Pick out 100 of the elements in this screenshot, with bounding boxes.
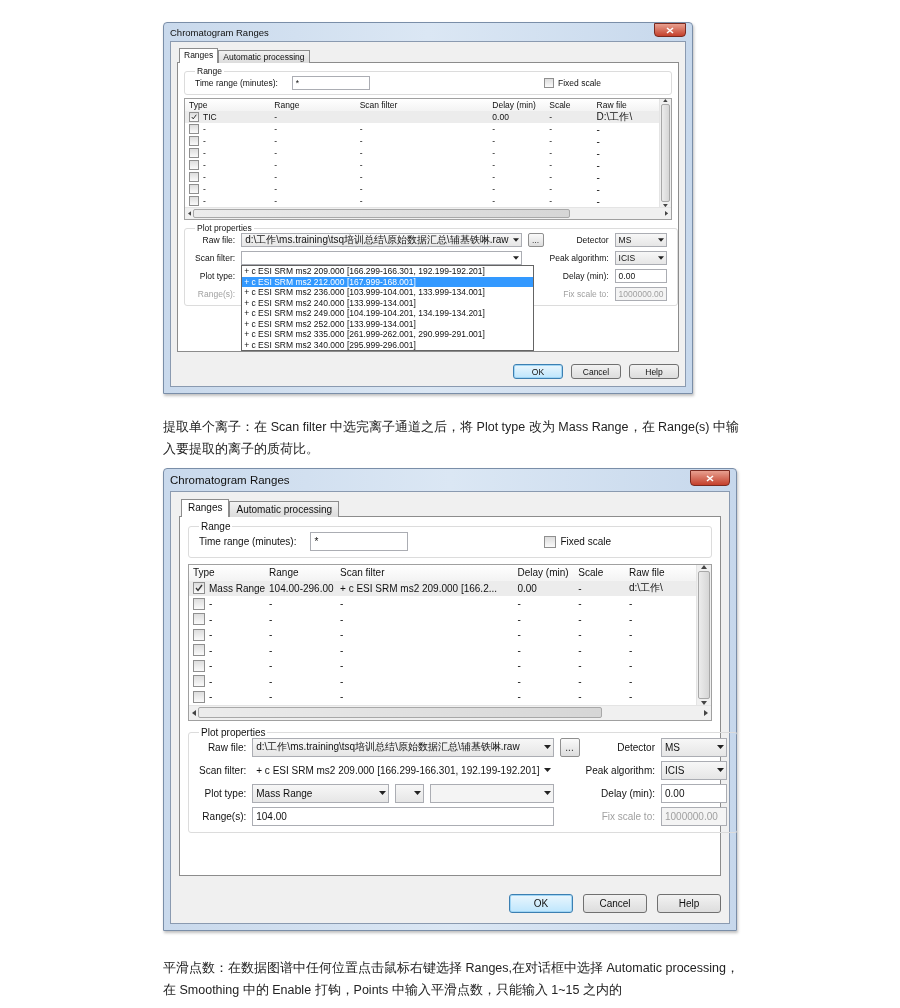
- checkbox[interactable]: [189, 184, 199, 194]
- time-range-field[interactable]: *: [310, 532, 409, 551]
- field-label: Delay (min):: [600, 787, 655, 799]
- checkbox[interactable]: [193, 644, 205, 657]
- row-type-text: -: [203, 148, 206, 158]
- row-type-text: -: [209, 613, 213, 625]
- checkbox[interactable]: [193, 582, 205, 595]
- checkbox[interactable]: [193, 675, 205, 688]
- plot-type-dropdown[interactable]: Mass Range: [252, 783, 390, 803]
- field-label: Time range (minutes):: [199, 536, 297, 547]
- table-cell: D:\工作\: [592, 111, 659, 123]
- caret-icon: [512, 238, 519, 242]
- field-label: Raw file:: [206, 741, 247, 753]
- column-header[interactable]: Raw file: [624, 565, 696, 581]
- scroll-left-arrow-icon[interactable]: [188, 211, 192, 216]
- column-header[interactable]: Type: [189, 565, 266, 581]
- column-header[interactable]: Scale: [545, 99, 593, 111]
- dialog-button[interactable]: Cancel: [571, 364, 621, 379]
- close-button[interactable]: [654, 23, 686, 37]
- caret-icon: [657, 256, 664, 260]
- column-header[interactable]: Type: [185, 99, 271, 111]
- dialog-button[interactable]: Help: [657, 893, 721, 913]
- field-label: Range(s):: [196, 289, 236, 299]
- checkbox[interactable]: [193, 659, 205, 672]
- column-header[interactable]: Range: [270, 99, 356, 111]
- field-label: Raw file:: [201, 235, 236, 245]
- vertical-scrollbar[interactable]: [659, 99, 671, 207]
- checkbox[interactable]: [189, 112, 199, 122]
- caret-icon: [543, 791, 551, 795]
- horizontal-scrollbar[interactable]: [185, 207, 671, 219]
- caret-icon: [717, 745, 724, 749]
- detector-dropdown[interactable]: MS: [661, 737, 727, 757]
- row-type-text: -: [209, 660, 213, 672]
- row-type-text: -: [209, 675, 213, 687]
- dialog-button[interactable]: OK: [509, 893, 573, 913]
- peak-algorithm-dropdown[interactable]: ICIS: [614, 251, 667, 265]
- vertical-scrollbar[interactable]: [696, 565, 711, 705]
- close-button[interactable]: [690, 470, 730, 486]
- time-range-field[interactable]: *: [291, 76, 370, 90]
- caret-icon: [379, 791, 387, 795]
- checkbox[interactable]: [544, 78, 554, 88]
- scroll-left-arrow-icon[interactable]: [192, 709, 196, 716]
- column-header[interactable]: Range: [265, 565, 336, 581]
- column-header[interactable]: Delay (min): [513, 565, 575, 581]
- column-header[interactable]: Delay (min): [488, 99, 546, 111]
- browse-button[interactable]: ...: [559, 737, 580, 757]
- caret-icon: [543, 745, 551, 749]
- tab[interactable]: Ranges: [179, 48, 219, 63]
- row-type-text: -: [203, 136, 206, 146]
- scroll-right-arrow-icon[interactable]: [704, 709, 708, 716]
- checkbox[interactable]: [193, 597, 205, 610]
- checkbox-label: Fixed scale: [558, 78, 601, 88]
- scroll-down-arrow-icon[interactable]: [663, 203, 668, 207]
- detector-dropdown[interactable]: MS: [614, 233, 667, 247]
- row-type-text: -: [203, 196, 206, 206]
- window-title: Chromatogram Ranges: [170, 474, 290, 486]
- tab[interactable]: Ranges: [181, 499, 230, 517]
- checkbox-label: Fixed scale: [560, 536, 611, 547]
- scan-filter-dropdown[interactable]: [241, 251, 522, 265]
- tab[interactable]: Automatic processing: [218, 50, 310, 63]
- ranges-field[interactable]: 104.00: [252, 806, 554, 826]
- column-header[interactable]: Scan filter: [355, 99, 489, 111]
- checkbox[interactable]: [189, 136, 199, 146]
- group-label: Plot properties: [196, 223, 253, 233]
- browse-button[interactable]: ...: [527, 233, 544, 247]
- tab[interactable]: Automatic processing: [229, 501, 340, 517]
- checkbox[interactable]: [189, 196, 199, 206]
- field-label: Peak algorithm:: [549, 253, 609, 263]
- dialog-button[interactable]: OK: [513, 364, 563, 379]
- raw-file-dropdown[interactable]: d:\工作\ms.training\tsq培训总结\原始数据汇总\辅基铁啉.raw: [241, 233, 522, 247]
- dialog-button[interactable]: Help: [629, 364, 679, 379]
- delay-field[interactable]: 0.00: [661, 783, 727, 803]
- peak-algorithm-dropdown[interactable]: ICIS: [661, 760, 727, 780]
- field-label: Peak algorithm:: [585, 764, 655, 776]
- checkbox[interactable]: [193, 690, 205, 703]
- checkbox[interactable]: [193, 628, 205, 641]
- table-cell: -: [545, 111, 593, 123]
- checkbox[interactable]: [189, 160, 199, 170]
- column-header[interactable]: Raw file: [592, 99, 659, 111]
- small-dropdown[interactable]: [395, 783, 425, 803]
- checkbox[interactable]: [193, 613, 205, 626]
- paragraph: 提取单个离子：在 Scan filter 中选完离子通道之后，将 Plot type 改为 Mass Range，在 Range(s) 中输入要提取的离子的质荷比。: [163, 419, 739, 458]
- checkbox[interactable]: [189, 124, 199, 134]
- checkbox[interactable]: [544, 535, 557, 548]
- scroll-down-arrow-icon[interactable]: [701, 700, 707, 705]
- row-type-text: Mass Range: [209, 582, 266, 594]
- dialog-button[interactable]: Cancel: [583, 893, 647, 913]
- raw-file-dropdown[interactable]: d:\工作\ms.training\tsq培训总结\原始数据汇总\辅基铁啉.raw: [252, 737, 554, 757]
- row-type-text: -: [209, 629, 213, 641]
- checkbox[interactable]: [189, 172, 199, 182]
- checkbox[interactable]: [189, 148, 199, 158]
- scroll-up-arrow-icon[interactable]: [663, 99, 668, 103]
- column-header[interactable]: Scale: [574, 565, 625, 581]
- scroll-right-arrow-icon[interactable]: [664, 211, 668, 216]
- table-cell: -: [270, 111, 356, 123]
- delay-field[interactable]: 0.00: [614, 269, 667, 283]
- field-label: Time range (minutes):: [195, 78, 278, 88]
- row-type-text: -: [203, 160, 206, 170]
- column-header[interactable]: Scan filter: [336, 565, 514, 581]
- scroll-up-arrow-icon[interactable]: [701, 565, 707, 569]
